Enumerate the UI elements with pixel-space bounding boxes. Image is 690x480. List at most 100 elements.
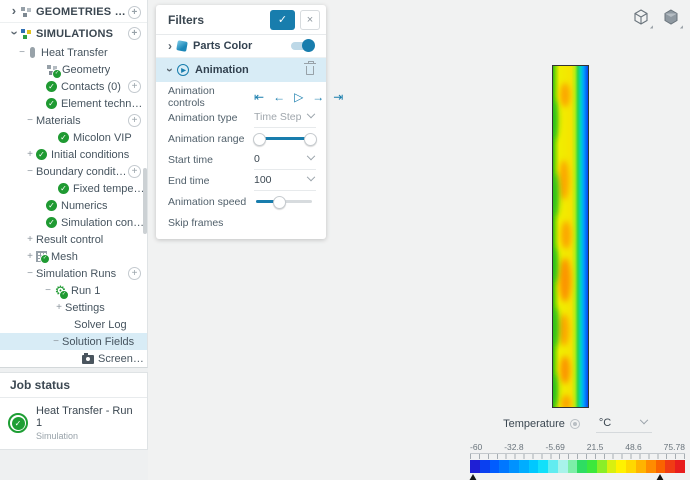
end-time-row: End time 100 — [156, 170, 326, 191]
colorbar-max-marker[interactable] — [656, 474, 664, 480]
tree-item-label: Solution Fields — [62, 335, 135, 348]
colorbar-tick-label: 75.78 — [663, 442, 685, 452]
colorbar-segment — [518, 460, 529, 473]
sidebar: GEOMETRIES (1) + SIMULATIONS + Heat Tran… — [0, 0, 148, 480]
tree-item-label: Numerics — [61, 199, 108, 212]
chevron-down-icon[interactable] — [164, 63, 176, 77]
tree-item-label: Heat Transfer — [41, 46, 108, 59]
tree-item[interactable]: Simulation control + — [0, 214, 147, 231]
tree-item[interactable]: Screenshot 1 + — [0, 350, 147, 367]
expander-toggle[interactable] — [24, 252, 36, 262]
expander-toggle[interactable] — [53, 303, 65, 313]
colorbar-segment — [499, 460, 510, 473]
tree-item[interactable]: Heat Transfer + — [0, 44, 147, 61]
tree-item-icon — [36, 251, 50, 264]
tree-item[interactable]: Fixed temperature v... + — [0, 180, 147, 197]
add-button[interactable]: + — [128, 165, 141, 178]
expander-toggle[interactable] — [42, 286, 54, 296]
add-button[interactable]: + — [128, 5, 141, 19]
tree-item-icon — [30, 47, 35, 58]
expander-toggle[interactable] — [8, 6, 20, 18]
tree-item[interactable]: Initial conditions + — [0, 146, 147, 163]
tree-item[interactable]: Micolon VIP + — [0, 129, 147, 146]
confirm-button[interactable]: ✓ — [270, 9, 295, 30]
tree-item-label: Micolon VIP — [73, 131, 132, 144]
add-button[interactable]: + — [128, 114, 141, 127]
render-mode-icon[interactable] — [662, 8, 683, 29]
start-time-select[interactable]: 0 — [254, 149, 316, 170]
tree-item[interactable]: Boundary conditions + — [0, 163, 147, 180]
tree-item-icon — [82, 352, 94, 364]
colorbar-min-marker[interactable] — [469, 474, 477, 480]
parts-color-toggle[interactable] — [291, 39, 315, 52]
tree-item[interactable]: Solver Log + — [0, 316, 147, 333]
chevron-right-icon[interactable] — [164, 39, 176, 53]
parts-color-row[interactable]: Parts Color — [156, 35, 326, 58]
tree-item[interactable]: Run 1 + — [0, 282, 147, 300]
tree-item[interactable]: Numerics + — [0, 197, 147, 214]
tree-item-label: Mesh — [51, 250, 78, 263]
animation-type-select[interactable]: Time Step — [254, 107, 316, 128]
expander-toggle[interactable] — [16, 48, 28, 58]
view-cube-icon[interactable] — [632, 8, 653, 29]
play-icon[interactable]: ▷ — [294, 91, 303, 103]
tree-item[interactable]: Mesh + — [0, 248, 147, 265]
tree-item[interactable]: Settings + — [0, 299, 147, 316]
animation-speed-slider[interactable] — [256, 196, 312, 209]
expander-toggle[interactable] — [24, 116, 36, 126]
tree-item[interactable]: Element technology + — [0, 95, 147, 112]
tree-item-icon — [58, 183, 69, 194]
tree-item[interactable]: GEOMETRIES (1) + — [0, 2, 147, 23]
skip-frames-value — [254, 212, 316, 233]
tree-item-label: Screenshot 1 — [98, 352, 147, 365]
trash-icon[interactable] — [304, 60, 316, 75]
expander-toggle[interactable] — [24, 269, 36, 279]
tree-item[interactable]: Solution Fields + — [0, 333, 147, 350]
chevron-down-icon — [639, 415, 649, 424]
chevron-down-icon — [306, 172, 316, 182]
expander-toggle[interactable] — [24, 167, 36, 177]
job-status-item[interactable]: Heat Transfer - Run 1 Simulation — [0, 398, 147, 449]
result-contour-plot[interactable] — [552, 65, 589, 408]
colorbar-segment — [538, 460, 549, 473]
tree-item-label: Materials — [36, 114, 81, 127]
tree-item[interactable]: Result control + — [0, 231, 147, 248]
legend-settings-icon[interactable] — [569, 419, 580, 429]
expander-toggle[interactable] — [8, 28, 20, 40]
expander-toggle[interactable] — [24, 235, 36, 245]
tree-item-label: Boundary conditions — [36, 165, 128, 178]
app-window: Temperature °C -60 -32.8 -5.69 21.5 48.6 75.7… — [0, 0, 690, 480]
close-button[interactable]: × — [300, 9, 320, 30]
add-button[interactable]: + — [128, 27, 141, 40]
skip-to-start-icon[interactable]: ⇤ — [254, 91, 264, 103]
tree-item[interactable]: SIMULATIONS + — [0, 23, 147, 44]
sidebar-scrollbar[interactable] — [143, 168, 147, 234]
start-time-label: Start time — [168, 153, 213, 166]
expander-toggle[interactable] — [24, 150, 36, 160]
filters-panel: Filters ✓ × Parts Color Animation Animat… — [156, 5, 343, 239]
tree-item[interactable]: Simulation Runs + — [0, 265, 147, 282]
tree-item[interactable]: Geometry + — [0, 61, 147, 79]
parts-color-label: Parts Color — [193, 40, 253, 52]
colorbar-segment — [587, 460, 597, 473]
tree-item[interactable]: Contacts (0) + — [0, 78, 147, 95]
animation-row[interactable]: Animation — [156, 58, 326, 82]
tree-item[interactable]: Materials + — [0, 112, 147, 129]
end-time-select[interactable]: 100 — [254, 170, 316, 191]
animation-range-slider[interactable] — [253, 133, 317, 146]
add-button[interactable]: + — [128, 80, 141, 93]
unit-select[interactable]: °C — [595, 415, 652, 433]
step-forward-icon[interactable]: → — [312, 91, 324, 103]
add-button[interactable]: + — [128, 267, 141, 280]
skip-to-end-icon[interactable]: ⇥ — [333, 91, 343, 103]
expander-toggle[interactable] — [50, 337, 62, 347]
tree-item-label: SIMULATIONS — [36, 27, 114, 40]
tree-item-label: Settings — [65, 301, 105, 314]
colorbar-tick-label: -32.8 — [504, 442, 524, 452]
colorbar-segment — [636, 460, 646, 473]
job-success-icon — [8, 413, 28, 433]
step-back-icon[interactable]: ← — [273, 91, 285, 103]
tree-item-icon — [20, 6, 32, 18]
